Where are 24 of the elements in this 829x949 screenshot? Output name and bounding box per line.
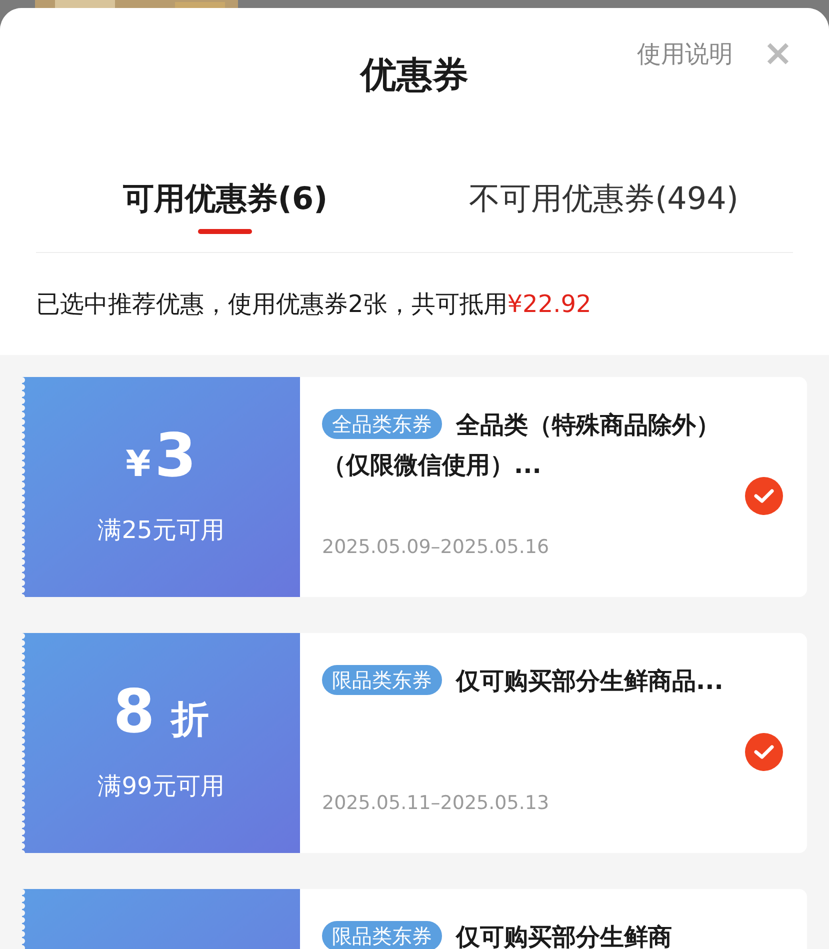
coupon-value: 3 bbox=[154, 426, 196, 486]
tab[interactable]: 不可用优惠券(494) bbox=[414, 148, 793, 252]
tab[interactable]: 可用优惠券(6) bbox=[36, 148, 414, 252]
coupon-card[interactable]: 限品类东券 仅可购买部分生鲜商 bbox=[22, 889, 807, 949]
coupon-tag: 限品类东券 bbox=[322, 921, 442, 949]
coupon-condition: 满25元可用 bbox=[98, 515, 224, 546]
coupon-title: 全品类东券 全品类（特殊商品除外）（仅限微信使用）... bbox=[322, 408, 721, 481]
coupon-card[interactable]: 8 折 满99元可用 限品类东券 仅可购买部分生鲜商品... 2025.05.11–2025.05.13 bbox=[22, 633, 807, 853]
coupon-tag: 全品类东券 bbox=[322, 409, 442, 439]
coupon-condition: 满99元可用 bbox=[98, 771, 224, 802]
sheet-title: 优惠券 bbox=[360, 54, 468, 98]
coupon-title: 限品类东券 仅可购买部分生鲜商品... bbox=[322, 661, 732, 701]
currency-symbol: ¥ bbox=[126, 443, 151, 487]
coupon-validity-date: 2025.05.09–2025.05.16 bbox=[322, 534, 550, 560]
coupon-tag: 限品类东券 bbox=[322, 665, 442, 695]
coupon-validity-date: 2025.05.11–2025.05.13 bbox=[322, 790, 550, 816]
summary-text: 已选中推荐优惠，使用优惠券2张，共可抵用¥22.92 bbox=[36, 289, 592, 320]
coupon-card[interactable]: ¥3 满25元可用 全品类东券 全品类（特殊商品除外）（仅限微信使用）... 2025.05.09–2025.05.16 bbox=[22, 377, 807, 597]
coupon-title: 限品类东券 仅可购买部分生鲜商 bbox=[322, 917, 732, 949]
coupon-value: 8 bbox=[113, 682, 155, 742]
check-icon[interactable] bbox=[745, 733, 783, 771]
discount-unit: 折 bbox=[170, 696, 209, 743]
help-link[interactable]: 使用说明 bbox=[636, 36, 733, 72]
check-icon[interactable] bbox=[745, 477, 783, 515]
